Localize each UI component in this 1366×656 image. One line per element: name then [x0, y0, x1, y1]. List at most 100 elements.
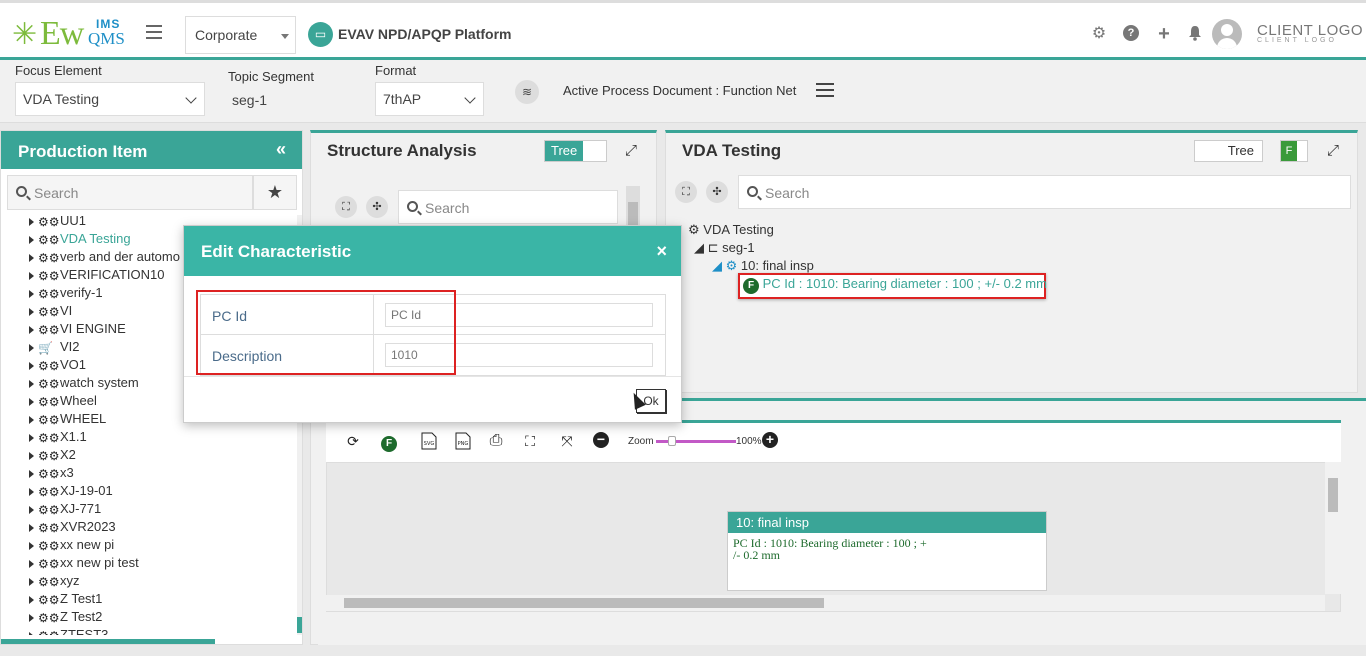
expand-all-icon[interactable]: ⛶ — [675, 181, 697, 203]
user-avatar[interactable] — [1212, 19, 1242, 49]
zoom-slider-knob[interactable] — [668, 436, 676, 446]
bell-icon[interactable] — [1186, 25, 1204, 43]
tree-item[interactable]: ⚙⚙X1.1 — [29, 429, 87, 447]
tree-item[interactable]: ⚙⚙WHEEL — [29, 411, 106, 429]
tree-node-root[interactable]: ⚙ VDA Testing — [688, 222, 774, 238]
fit-screen-icon[interactable]: ⛶ — [521, 432, 539, 450]
expand-arrow-icon[interactable] — [29, 523, 34, 532]
function-icon[interactable]: F — [380, 432, 398, 452]
tree-item[interactable]: ⚙⚙xx new pi — [29, 537, 114, 555]
expand-all-icon[interactable]: ⛶ — [335, 196, 357, 218]
structure-tree-toggle[interactable]: Tree — [544, 140, 607, 162]
tree-item[interactable]: ⚙⚙xx new pi test — [29, 555, 139, 573]
format-select[interactable]: 7thAP — [375, 82, 484, 116]
layers-icon[interactable]: ≋ — [515, 80, 539, 104]
expand-arrow-icon[interactable] — [29, 451, 34, 460]
focus-element-select[interactable]: VDA Testing — [15, 82, 205, 116]
tree-item[interactable]: ⚙⚙Z Test1 — [29, 591, 102, 609]
expand-arrow-icon[interactable] — [29, 433, 34, 442]
export-png-icon[interactable]: PNG — [454, 432, 472, 450]
refresh-icon[interactable]: ⟳ — [344, 432, 362, 450]
expand-arrow-icon[interactable] — [29, 559, 34, 568]
expand-arrow-icon[interactable] — [29, 541, 34, 550]
tree-item[interactable]: ⚙⚙VERIFICATION10 — [29, 267, 165, 285]
expand-icon[interactable]: ⤢ — [625, 142, 639, 159]
tree-item-label: xx new pi test — [60, 555, 139, 570]
help-icon[interactable]: ? — [1123, 25, 1141, 43]
tree-node-step[interactable]: ◢ ⚙ 10: final insp — [712, 258, 814, 274]
expand-arrow-icon[interactable] — [29, 379, 34, 388]
expand-arrow-icon[interactable] — [29, 469, 34, 478]
tree-item[interactable]: ⚙⚙XJ-19-01 — [29, 483, 113, 501]
expand-arrow-icon[interactable] — [29, 289, 34, 298]
favorites-star-icon[interactable]: ★ — [253, 175, 297, 210]
tree-item[interactable]: ⚙⚙ZTEST3 — [29, 627, 108, 635]
tree-node-characteristic[interactable]: F PC Id : 1010: Bearing diameter : 100 ;… — [743, 276, 1047, 294]
tree-item[interactable]: ⚙⚙VDA Testing — [29, 231, 131, 249]
export-svg-icon[interactable]: SVG — [420, 432, 438, 450]
diagram-vertical-scrollbar[interactable] — [1325, 462, 1341, 594]
filter-sliders-icon[interactable] — [816, 83, 834, 99]
tree-horizontal-scrollbar[interactable] — [1, 639, 215, 644]
tree-item[interactable]: ⚙⚙xyz — [29, 573, 80, 591]
print-icon[interactable]: ⎙ — [487, 432, 505, 450]
close-icon[interactable]: × — [656, 241, 667, 262]
structure-scrollbar[interactable] — [626, 186, 640, 226]
tree-node-segment[interactable]: ◢ ⊏ seg-1 — [694, 240, 755, 256]
tree-item[interactable]: ⚙⚙Z Test2 — [29, 609, 102, 627]
settings-gear-icon[interactable]: ⚙ — [1090, 25, 1108, 43]
tree-item[interactable]: ⚙⚙verb and der automo — [29, 249, 180, 267]
tree-item[interactable]: ⚙⚙verify-1 — [29, 285, 103, 303]
add-icon[interactable]: + — [1155, 24, 1173, 44]
diagram-node-step[interactable]: 10: final insp PC Id : 1010: Bearing dia… — [727, 511, 1047, 591]
expand-arrow-icon[interactable] — [29, 307, 34, 316]
production-item-search-input[interactable]: Search — [7, 175, 253, 210]
expand-arrow-icon[interactable] — [29, 631, 34, 635]
collapse-panel-icon[interactable]: « — [276, 139, 286, 160]
expand-arrow-icon[interactable] — [29, 235, 34, 244]
expand-arrow-icon[interactable] — [29, 595, 34, 604]
structure-search-input[interactable]: Search — [398, 190, 618, 224]
expand-arrow-icon[interactable] — [29, 397, 34, 406]
vda-tree-toggle[interactable]: Tree — [1194, 140, 1263, 162]
expand-arrow-icon[interactable] — [29, 415, 34, 424]
expand-arrow-icon[interactable] — [29, 343, 34, 352]
expand-arrow-icon[interactable] — [29, 487, 34, 496]
tree-item[interactable]: 🛒 VI2 — [29, 339, 80, 357]
tree-item[interactable]: ⚙⚙XVR2023 — [29, 519, 116, 537]
tree-item[interactable]: ⚙⚙Wheel — [29, 393, 97, 411]
corporate-select[interactable]: Corporate — [185, 16, 296, 54]
focus-element-label: Focus Element — [15, 63, 102, 78]
expand-arrow-icon[interactable] — [29, 505, 34, 514]
collapse-all-icon[interactable]: ✣ — [706, 181, 728, 203]
expand-arrow-icon[interactable] — [29, 253, 34, 262]
expand-arrow-icon[interactable] — [29, 361, 34, 370]
tree-item-label: XVR2023 — [60, 519, 116, 534]
tree-item[interactable]: ⚙⚙watch system — [29, 375, 139, 393]
diagram-horizontal-scrollbar[interactable] — [326, 595, 1325, 611]
expand-arrow-icon[interactable] — [29, 577, 34, 586]
expand-icon[interactable]: ⤢ — [1327, 142, 1341, 159]
gear-icon: ⚙ — [688, 222, 700, 237]
app-logo[interactable]: ✳ Ew IMS QMS — [12, 13, 132, 53]
topic-segment-value[interactable]: seg-1 — [232, 92, 267, 108]
expand-arrow-icon[interactable] — [29, 271, 34, 280]
menu-icon[interactable] — [146, 25, 162, 39]
tree-item[interactable]: ⚙⚙X2 — [29, 447, 76, 465]
tree-item[interactable]: ⚙⚙XJ-771 — [29, 501, 101, 519]
tree-item[interactable]: ⚙⚙VI — [29, 303, 72, 321]
expand-arrow-icon[interactable] — [29, 325, 34, 334]
tree-item[interactable]: ⚙⚙VO1 — [29, 357, 86, 375]
tree-item[interactable]: ⚙⚙UU1 — [29, 215, 86, 231]
collapse-all-icon[interactable]: ✣ — [366, 196, 388, 218]
zoom-in-icon[interactable]: + — [762, 432, 780, 450]
expand-arrow-icon[interactable] — [29, 217, 34, 226]
expand-arrow-icon[interactable] — [29, 613, 34, 622]
gear-icon: ⚙⚙ — [38, 412, 60, 427]
tree-item[interactable]: ⚙⚙VI ENGINE — [29, 321, 126, 339]
zoom-out-icon[interactable]: − — [593, 432, 611, 450]
function-filter-toggle[interactable]: F — [1280, 140, 1308, 162]
fullscreen-icon[interactable]: ⤧ — [558, 432, 576, 450]
vda-search-input[interactable]: Search — [738, 175, 1351, 209]
tree-item[interactable]: ⚙⚙x3 — [29, 465, 74, 483]
